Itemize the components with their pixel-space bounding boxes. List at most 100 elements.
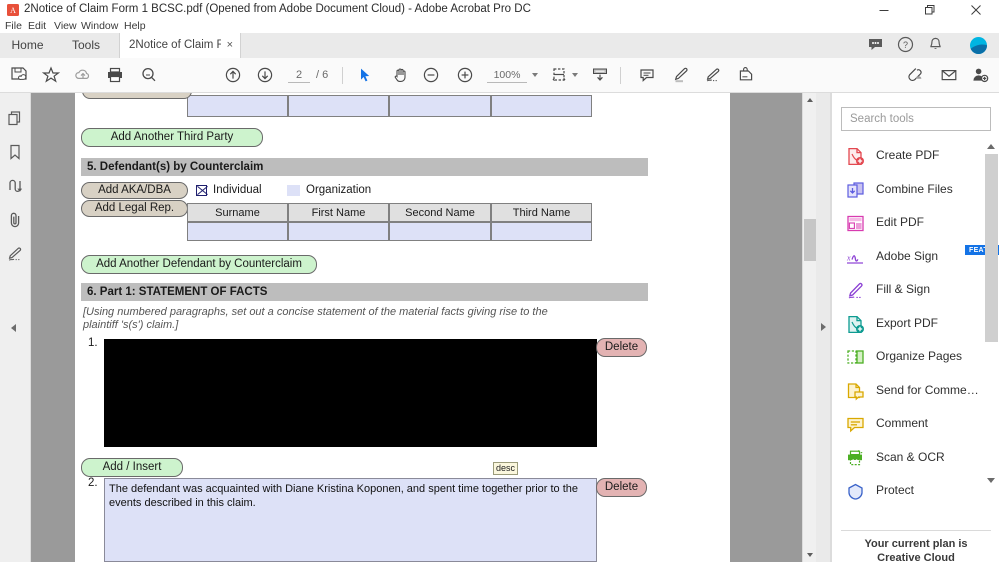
tool-send-for-comments[interactable]: Send for Comme… [832,375,999,409]
zoom-in-icon[interactable] [452,62,478,88]
tools-list-scrollbar[interactable] [985,140,998,487]
share-link-icon[interactable] [901,62,927,88]
tools-scroll-down-icon[interactable] [987,478,995,483]
page-fit-icon[interactable] [547,62,573,88]
window-title: 2Notice of Claim Form 1 BCSC.pdf (Opened… [24,3,531,15]
menu-file[interactable]: File [5,19,22,33]
scroll-down-arrow-icon[interactable] [803,548,817,562]
add-insert-button[interactable]: Add / Insert [81,458,183,477]
help-icon[interactable]: ? [897,36,916,55]
tool-fill-and-sign[interactable]: Fill & Sign [832,274,999,308]
document-vertical-scrollbar[interactable] [802,93,817,562]
add-another-defendant-button[interactable]: Add Another Defendant by Counterclaim [81,255,317,274]
select-tool-icon[interactable] [352,62,378,88]
bookmarks-icon[interactable] [5,142,25,162]
tool-label: Combine Files [876,181,953,196]
defendant-second-name-field[interactable] [389,222,491,241]
page-number-input[interactable]: 2 [288,68,310,83]
tool-label: Comment [876,416,929,430]
paragraph-1-redacted-field[interactable] [104,339,597,447]
paragraph-1-delete-button[interactable]: Delete [596,338,647,357]
tool-combine-files[interactable]: Combine Files [832,174,999,208]
tools-scroll-up-icon[interactable] [987,144,995,149]
create-pdf-icon [846,147,865,166]
scroll-up-arrow-icon[interactable] [803,93,817,107]
menu-window[interactable]: Window [81,19,118,33]
menu-bar: File Edit View Window Help [0,19,999,33]
tool-label: Organize Pages [876,349,963,363]
defendant-first-name-field[interactable] [288,222,389,241]
organization-checkbox[interactable] [287,185,300,196]
third-party-first-name-field[interactable] [288,95,389,117]
feedback-icon[interactable] [867,36,886,55]
upload-cloud-icon[interactable] [70,62,96,88]
comment-icon[interactable] [634,62,660,88]
email-icon[interactable] [936,62,962,88]
tool-export-pdf[interactable]: Export PDF [832,308,999,342]
tab-home[interactable]: Home [0,33,55,58]
window-restore-button[interactable] [907,0,953,19]
tool-label: Create PDF [876,148,940,162]
previous-page-icon[interactable] [220,62,246,88]
paragraph-2-text-field[interactable]: The defendant was acquainted with Diane … [104,478,597,562]
tab-tools[interactable]: Tools [55,33,117,58]
defendant-surname-field[interactable] [187,222,288,241]
page-scroll-icon[interactable] [587,62,613,88]
next-page-icon[interactable] [252,62,278,88]
signatures-icon[interactable] [5,176,25,196]
page-fit-chevron-down-icon[interactable] [572,73,578,77]
zoom-dropdown-chevron-down-icon[interactable] [532,73,538,77]
zoom-level-input[interactable]: 100% [487,68,527,83]
collapse-right-panel-button[interactable] [816,317,830,337]
tool-label: Send for Comme… [876,382,979,397]
add-another-third-party-button[interactable]: Add Another Third Party [81,128,263,147]
search-tools-box[interactable] [841,107,991,131]
menu-edit[interactable]: Edit [28,19,46,33]
save-icon[interactable] [6,62,32,88]
tool-comment[interactable]: Comment [832,408,999,442]
tool-organize-pages[interactable]: Organize Pages [832,341,999,375]
paragraph-2-delete-button[interactable]: Delete [596,478,647,497]
collapse-left-panel-button[interactable] [0,318,30,338]
highlight-icon[interactable] [667,62,693,88]
partial-button-above[interactable] [82,93,192,99]
tab-document[interactable]: 2Notice of Claim Fo... × [119,33,241,58]
close-tab-icon[interactable]: × [227,33,233,58]
user-avatar[interactable] [970,37,987,54]
tool-label: Protect [876,483,915,497]
menu-help[interactable]: Help [124,19,146,33]
print-icon[interactable] [102,62,128,88]
add-aka-dba-button[interactable]: Add AKA/DBA [81,182,188,199]
window-close-button[interactable] [953,0,999,19]
third-party-surname-field[interactable] [187,95,288,117]
page-thumbnails-icon[interactable] [5,108,25,128]
tool-scan-and-ocr[interactable]: Scan & OCR [832,442,999,476]
fill-sign-icon[interactable] [5,244,25,264]
tool-adobe-sign[interactable]: x Adobe SignFEATURED [832,241,999,275]
individual-checkbox[interactable] [196,185,207,196]
third-party-third-name-field[interactable] [491,95,592,117]
star-icon[interactable] [38,62,64,88]
add-legal-rep-button[interactable]: Add Legal Rep. [81,200,188,217]
sign-icon[interactable] [700,62,726,88]
zoom-out-icon[interactable] [418,62,444,88]
attachments-icon[interactable] [5,210,25,230]
notifications-bell-icon[interactable] [927,36,946,55]
organization-label: Organization [306,184,372,196]
tools-panel: Create PDF Combine Files [831,93,999,562]
tool-edit-pdf[interactable]: Edit PDF [832,207,999,241]
search-tools-input[interactable] [842,108,990,130]
scrollbar-thumb[interactable] [804,219,816,261]
hand-tool-icon[interactable] [388,62,414,88]
tool-protect[interactable]: Protect [832,475,999,509]
tools-scrollbar-thumb[interactable] [985,154,998,342]
tool-create-pdf[interactable]: Create PDF [832,140,999,174]
window-minimize-button[interactable] [861,0,907,19]
defendant-third-name-field[interactable] [491,222,592,241]
third-party-second-name-field[interactable] [389,95,491,117]
search-icon[interactable] [136,62,162,88]
menu-view[interactable]: View [54,19,77,33]
tool-label: Scan & OCR [876,449,945,464]
add-person-icon[interactable] [967,62,993,88]
stamp-icon[interactable] [733,62,759,88]
